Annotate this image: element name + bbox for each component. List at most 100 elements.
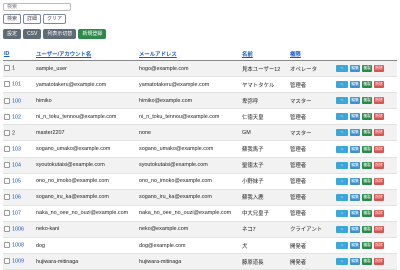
row-checkbox[interactable]	[4, 145, 10, 152]
search-input[interactable]	[3, 3, 71, 11]
sort-button[interactable]: ↑↓	[336, 161, 348, 169]
clear-button[interactable]: クリア	[43, 14, 67, 24]
edit-button[interactable]: 編集	[350, 113, 360, 121]
edit-button[interactable]: 編集	[350, 177, 360, 185]
edit-button[interactable]: 編集	[350, 225, 360, 233]
csv-button[interactable]: CSV	[23, 29, 42, 39]
row-id-link[interactable]: 1	[12, 66, 15, 72]
copy-button[interactable]: 複製	[362, 177, 372, 185]
copy-button[interactable]: 複製	[362, 81, 372, 89]
copy-button[interactable]: 複製	[362, 65, 372, 73]
sort-button[interactable]: ↑↓	[336, 209, 348, 217]
row-checkbox[interactable]	[4, 210, 10, 217]
row-checkbox[interactable]	[4, 129, 10, 136]
role-cell: 管理者	[289, 140, 335, 158]
delete-button[interactable]: 削除	[374, 177, 384, 185]
edit-button[interactable]: 編集	[350, 258, 360, 266]
copy-button[interactable]: 複製	[362, 193, 372, 201]
role-cell: 管理者	[289, 76, 335, 94]
sort-button[interactable]: ↑↓	[336, 242, 348, 250]
user-cell: sample_user	[35, 60, 138, 78]
sort-button[interactable]: ↑↓	[336, 145, 348, 153]
delete-button[interactable]: 削除	[374, 97, 384, 105]
sort-button[interactable]: ↑↓	[336, 225, 348, 233]
row-checkbox[interactable]	[4, 113, 10, 120]
row-checkbox[interactable]	[4, 81, 10, 88]
edit-button[interactable]: 編集	[350, 97, 360, 105]
copy-button[interactable]: 複製	[362, 97, 372, 105]
edit-button[interactable]: 編集	[350, 242, 360, 250]
header-role[interactable]: 権限	[289, 47, 335, 61]
sort-button[interactable]: ↑↓	[336, 113, 348, 121]
row-id-link[interactable]: 102	[12, 114, 21, 120]
header-user[interactable]: ユーザー/アカウント名	[35, 47, 138, 61]
edit-button[interactable]: 編集	[350, 81, 360, 89]
edit-button[interactable]: 編集	[350, 65, 360, 73]
row-checkbox[interactable]	[4, 258, 10, 265]
row-id-link[interactable]: 105	[12, 178, 21, 184]
copy-button[interactable]: 複製	[362, 225, 372, 233]
email-cell: yamatotakeru@example.com	[138, 76, 241, 94]
header-id[interactable]: ID	[3, 47, 35, 61]
delete-button[interactable]: 削除	[374, 145, 384, 153]
header-name[interactable]: 名前	[241, 47, 289, 61]
new-record-button[interactable]: 新規登録	[78, 29, 107, 39]
sort-button[interactable]: ↑↓	[336, 97, 348, 105]
copy-button[interactable]: 複製	[362, 129, 372, 137]
delete-button[interactable]: 削除	[374, 113, 384, 121]
delete-button[interactable]: 削除	[374, 209, 384, 217]
search-button[interactable]: 検索	[3, 14, 22, 24]
sort-button[interactable]: ↑↓	[336, 81, 348, 89]
columns-toggle-button[interactable]: 列表示切替	[43, 29, 77, 39]
edit-button[interactable]: 編集	[350, 145, 360, 153]
delete-button[interactable]: 削除	[374, 161, 384, 169]
row-checkbox[interactable]	[4, 161, 10, 168]
name-cell: 中大兄皇子	[241, 205, 289, 222]
settings-button[interactable]: 設定	[3, 29, 22, 39]
delete-button[interactable]: 削除	[374, 242, 384, 250]
id-cell: 2	[3, 124, 35, 142]
delete-button[interactable]: 削除	[374, 193, 384, 201]
row-id-link[interactable]: 104	[12, 162, 21, 168]
copy-button[interactable]: 複製	[362, 113, 372, 121]
row-checkbox[interactable]	[4, 65, 10, 72]
row-id-link[interactable]: 100	[12, 98, 21, 104]
row-id-link[interactable]: 1009	[12, 259, 24, 265]
edit-button[interactable]: 編集	[350, 193, 360, 201]
row-checkbox[interactable]	[4, 194, 10, 201]
sort-button[interactable]: ↑↓	[336, 129, 348, 137]
delete-button[interactable]: 削除	[374, 258, 384, 266]
row-id-link[interactable]: 1008	[12, 243, 24, 249]
row-checkbox[interactable]	[4, 97, 10, 104]
row-id-link[interactable]: 107	[12, 211, 21, 217]
actions-cell: ↑↓ 編集 複製 削除	[335, 92, 397, 110]
copy-button[interactable]: 複製	[362, 145, 372, 153]
sort-button[interactable]: ↑↓	[336, 177, 348, 185]
copy-button[interactable]: 複製	[362, 209, 372, 217]
row-checkbox[interactable]	[4, 177, 10, 184]
edit-button[interactable]: 編集	[350, 129, 360, 137]
delete-button[interactable]: 削除	[374, 129, 384, 137]
sort-button[interactable]: ↑↓	[336, 193, 348, 201]
copy-button[interactable]: 複製	[362, 161, 372, 169]
copy-button[interactable]: 複製	[362, 242, 372, 250]
actions-cell: ↑↓ 編集 複製 削除	[335, 60, 397, 78]
row-id-link[interactable]: 106	[12, 195, 21, 201]
header-email[interactable]: メールアドレス	[138, 47, 241, 61]
row-id-link[interactable]: 1006	[12, 227, 24, 233]
row-checkbox[interactable]	[4, 226, 10, 233]
user-table: ID ユーザー/アカウント名 メールアドレス 名前 権限 1 sample_use…	[3, 47, 397, 270]
delete-button[interactable]: 削除	[374, 225, 384, 233]
sort-button[interactable]: ↑↓	[336, 65, 348, 73]
delete-button[interactable]: 削除	[374, 81, 384, 89]
row-id-link[interactable]: 101	[12, 82, 21, 88]
detail-button[interactable]: 詳細	[23, 14, 42, 24]
copy-button[interactable]: 複製	[362, 258, 372, 266]
edit-button[interactable]: 編集	[350, 161, 360, 169]
row-id-link[interactable]: 2	[12, 130, 15, 136]
row-checkbox[interactable]	[4, 242, 10, 249]
edit-button[interactable]: 編集	[350, 209, 360, 217]
delete-button[interactable]: 削除	[374, 65, 384, 73]
sort-button[interactable]: ↑↓	[336, 258, 348, 266]
row-id-link[interactable]: 103	[12, 146, 21, 152]
